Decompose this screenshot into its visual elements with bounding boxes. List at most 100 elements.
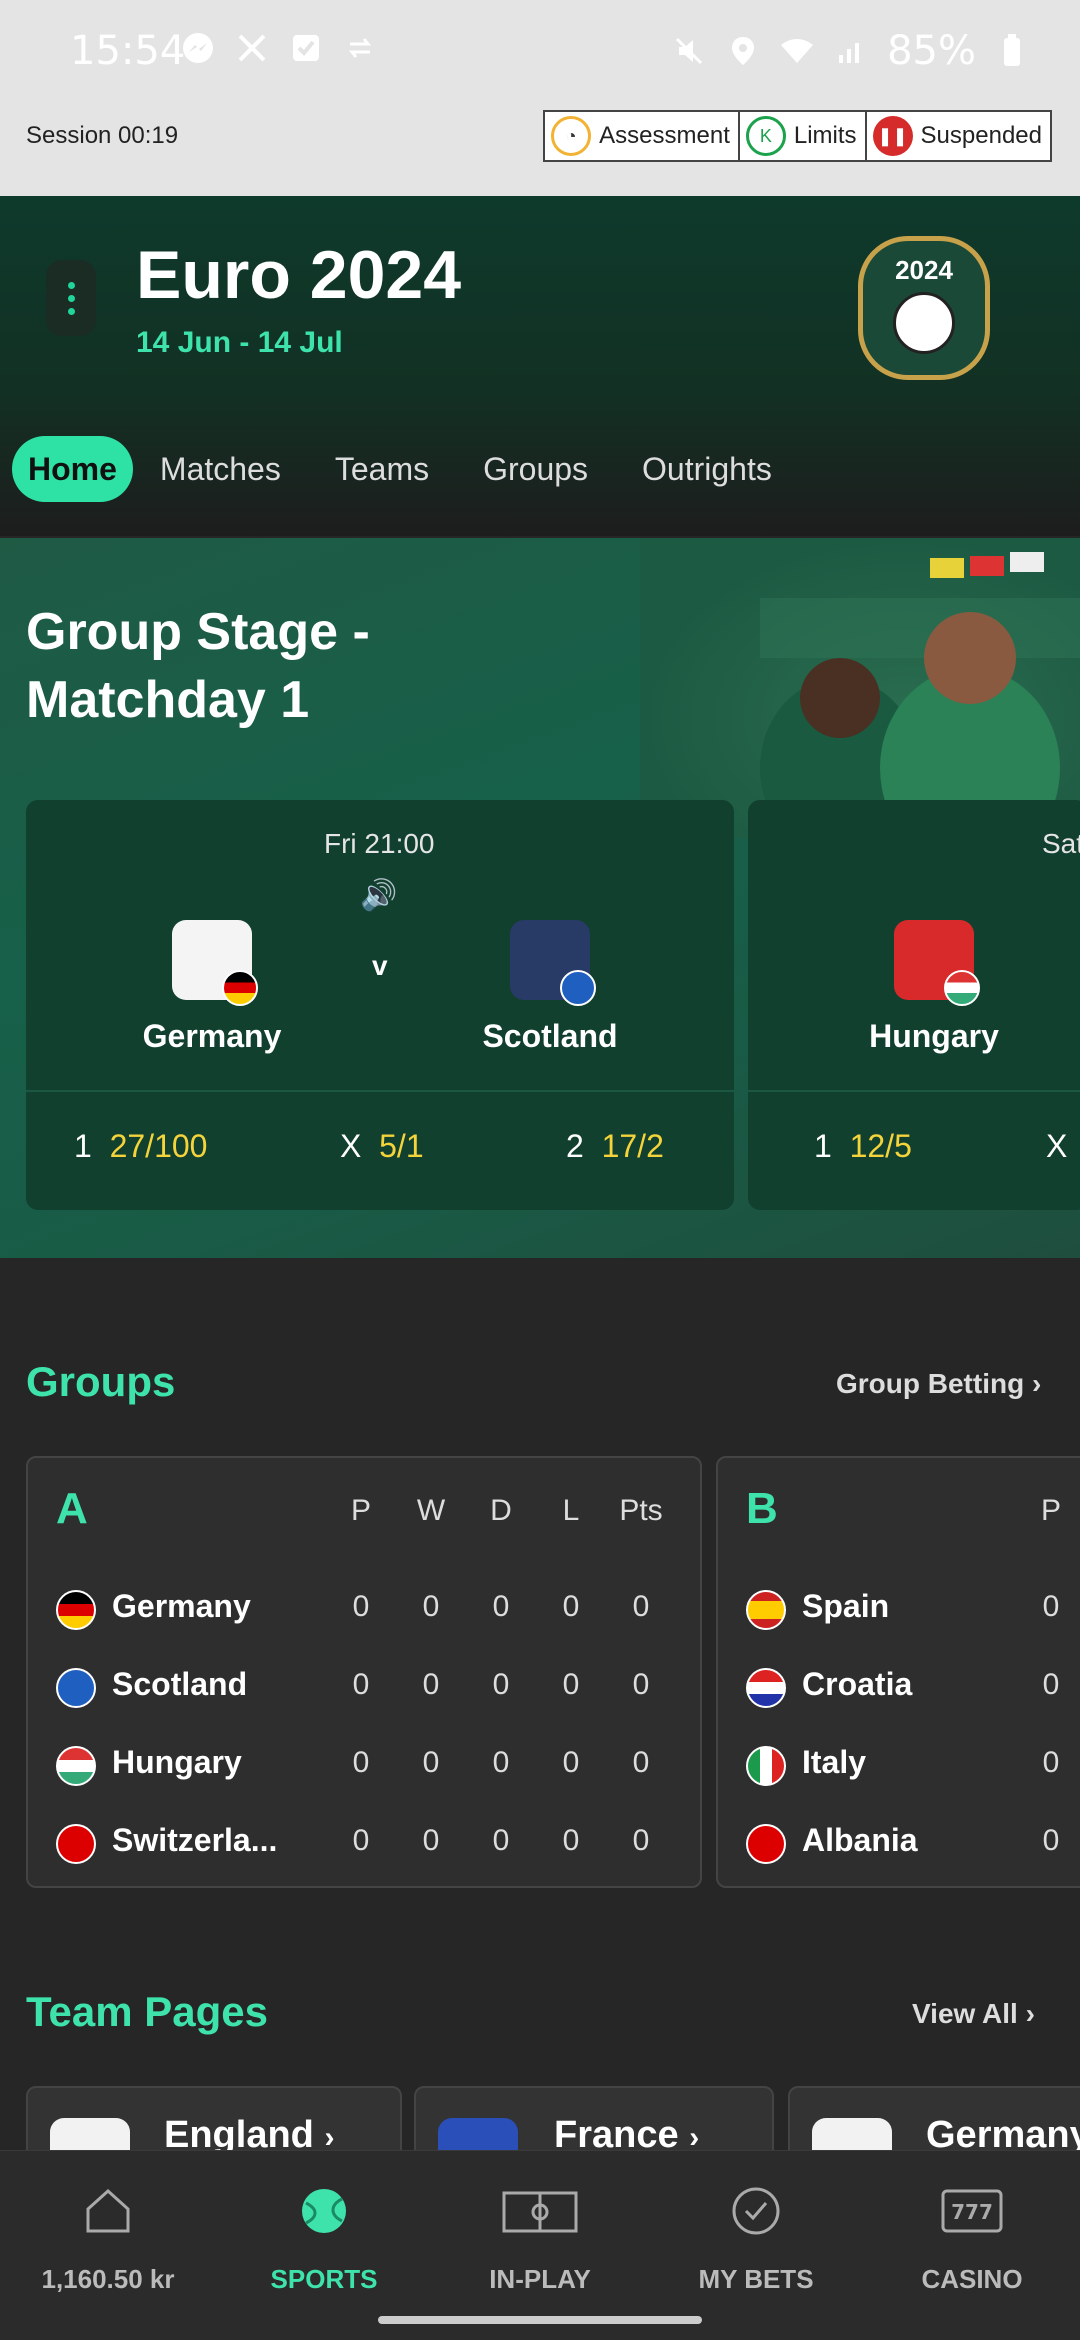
scotland-flag-icon (56, 1668, 96, 1708)
sound-icon[interactable]: 🔊 (360, 878, 397, 913)
group-card-b[interactable]: B P Spain 0 Croatia 0 Italy 0 Albania 0 (716, 1456, 1080, 1888)
table-row: Hungary 0 0 0 0 0 (28, 1726, 700, 1804)
session-timer: Session 00:19 (26, 122, 179, 149)
tab-matches[interactable]: Matches (133, 436, 308, 502)
switzerland-flag-icon (56, 1824, 96, 1864)
nav-casino[interactable]: 777 CASINO (864, 2183, 1080, 2295)
battery-icon (994, 33, 1030, 69)
match-card[interactable]: Sat Hungary 1 12/5 X (748, 800, 1080, 1210)
odds-draw-button[interactable]: X 5/1 (340, 1128, 424, 1165)
signal-icon (833, 33, 869, 69)
match-card[interactable]: Fri 21:00 🔊 v Germany Scotland 1 27/100 … (26, 800, 734, 1210)
nav-balance[interactable]: 1,160.50 kr (0, 2183, 216, 2295)
bottom-nav: 1,160.50 kr SPORTS IN-PLAY MY BETS 777 C… (0, 2150, 1080, 2340)
group-card-a[interactable]: A P W D L Pts Germany 0 0 0 0 0 Scotland… (26, 1456, 702, 1888)
pitch-icon (502, 2191, 578, 2233)
croatia-flag-icon (746, 1668, 786, 1708)
away-team: Scotland (482, 1018, 618, 1054)
hero-players-image (640, 538, 1080, 868)
chevron-right-icon: › (1025, 1998, 1035, 2029)
gauge-icon: ◔ (551, 116, 592, 156)
more-menu-button[interactable] (46, 260, 96, 336)
odds-home-button[interactable]: 1 27/100 (74, 1128, 207, 1165)
groups-heading: Groups (26, 1358, 176, 1405)
tab-groups[interactable]: Groups (456, 436, 615, 502)
sync-icon (342, 30, 378, 66)
nav-my-bets[interactable]: MY BETS (648, 2183, 864, 2295)
germany-flag-icon (222, 970, 258, 1006)
session-bar: Session 00:19 ◔ Assessment K Limits ❚❚ S… (0, 100, 1080, 196)
matchday-title: Group Stage - Matchday 1 (26, 603, 370, 729)
euro-2024-logo: 2024 (858, 236, 990, 380)
group-letter: B (746, 1484, 778, 1533)
tab-home[interactable]: Home (12, 436, 133, 502)
tennis-ball-icon (302, 2189, 346, 2233)
status-bar: 15:54 85% (0, 0, 1080, 100)
versus-label: v (372, 950, 388, 981)
tab-outrights[interactable]: Outrights (615, 436, 799, 502)
hungary-shirt-icon (894, 920, 980, 1006)
odds-away-button[interactable]: 2 17/2 (566, 1128, 664, 1165)
nav-in-play[interactable]: IN-PLAY (432, 2183, 648, 2295)
germany-flag-icon (56, 1590, 96, 1630)
dot-icon (67, 281, 75, 289)
hungary-flag-icon (944, 970, 980, 1006)
messenger-icon (180, 30, 216, 66)
chevron-right-icon: › (1031, 1368, 1042, 1399)
tab-teams[interactable]: Teams (308, 436, 456, 502)
tab-bar: Home Matches Teams Groups Outrights (12, 436, 799, 502)
odds-home-button[interactable]: 1 12/5 (814, 1128, 912, 1165)
status-time: 15:54 (70, 28, 186, 74)
scotland-flag-icon (560, 970, 596, 1006)
scotland-shirt-icon (510, 920, 596, 1006)
x-icon (234, 30, 270, 66)
assessment-button[interactable]: ◔ Assessment (543, 110, 740, 162)
spain-flag-icon (746, 1590, 786, 1630)
dot-icon (67, 294, 75, 302)
battery-percent: 85% (887, 28, 976, 74)
col-header: D (490, 1494, 512, 1527)
col-header: P (1040, 1494, 1061, 1527)
event-header: Euro 2024 14 Jun - 14 Jul 2024 Home Matc… (0, 196, 1080, 536)
odds-draw-button[interactable]: X (1046, 1128, 1067, 1165)
matchday-hero: Group Stage - Matchday 1 Fri 21:00 🔊 v G… (0, 538, 1080, 1258)
check-icon (288, 30, 324, 66)
germany-shirt-icon (172, 920, 258, 1006)
suspended-button[interactable]: ❚❚ Suspended (864, 110, 1052, 162)
table-row: Switzerla... 0 0 0 0 0 (28, 1804, 700, 1882)
pause-icon: ❚❚ (872, 116, 913, 156)
home-team: Hungary (869, 1018, 999, 1054)
location-icon (725, 33, 761, 69)
table-row: Croatia 0 (718, 1648, 1080, 1726)
group-letter: A (56, 1484, 88, 1533)
view-all-link[interactable]: View All › (912, 1998, 1035, 2030)
match-time: Sat (1042, 828, 1080, 859)
table-row: Albania 0 (718, 1804, 1080, 1882)
page-title: Euro 2024 (136, 237, 462, 313)
gesture-bar[interactable] (378, 2316, 702, 2324)
table-row: Italy 0 (718, 1726, 1080, 1804)
col-header: L (562, 1494, 580, 1527)
event-dates: 14 Jun - 14 Jul (136, 326, 343, 359)
table-row: Spain 0 (718, 1570, 1080, 1648)
nav-sports[interactable]: SPORTS (216, 2183, 432, 2295)
football-icon (893, 292, 955, 354)
limits-button[interactable]: K Limits (737, 110, 867, 162)
home-icon (86, 2188, 130, 2233)
italy-flag-icon (746, 1746, 786, 1786)
col-header: W (416, 1494, 446, 1527)
mute-icon (671, 33, 707, 69)
team-pages-heading: Team Pages (26, 1988, 269, 2035)
albania-flag-icon (746, 1824, 786, 1864)
check-circle-icon (732, 2187, 780, 2235)
hungary-flag-icon (56, 1746, 96, 1786)
match-time: Fri 21:00 (324, 828, 435, 859)
svg-text:777: 777 (951, 2200, 993, 2224)
home-team: Germany (142, 1018, 282, 1054)
table-row: Germany 0 0 0 0 0 (28, 1570, 700, 1648)
col-header: P (350, 1494, 371, 1527)
wifi-icon (779, 33, 815, 69)
group-betting-link[interactable]: Group Betting › (836, 1368, 1041, 1400)
slot-machine-icon: 777 (941, 2189, 1003, 2233)
col-header: Pts (619, 1494, 663, 1527)
